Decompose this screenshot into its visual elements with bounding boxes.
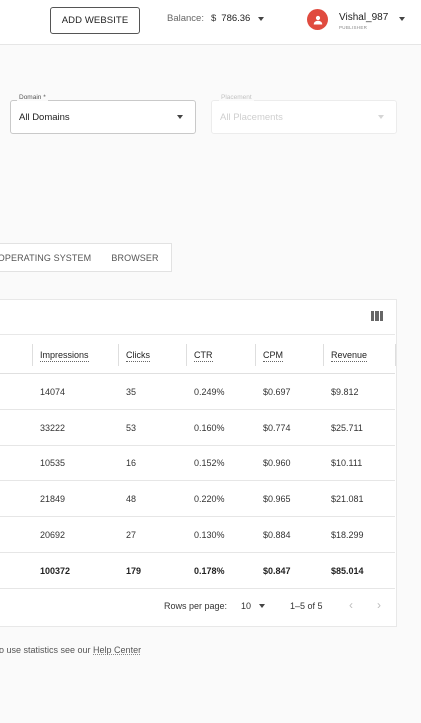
balance-label: Balance: — [167, 13, 204, 24]
help-text: o use statistics see our Help Center — [0, 645, 141, 655]
cell-revenue: $25.711 — [331, 423, 363, 433]
total-impressions: 100372 — [40, 566, 71, 576]
column-header-clicks[interactable]: Clicks — [126, 350, 150, 362]
column-header-revenue[interactable]: Revenue — [331, 350, 368, 362]
top-bar: ADD WEBSITE Balance: $ 786.36 Vishal_987… — [0, 0, 421, 45]
person-icon[interactable] — [307, 9, 328, 30]
caret-down-icon — [378, 115, 384, 119]
cell-revenue: $18.299 — [331, 530, 364, 540]
cell-revenue: $21.081 — [331, 494, 364, 504]
cell-cpm: $0.884 — [263, 530, 291, 540]
balance-value: 786.36 — [221, 13, 251, 24]
total-ctr: 0.178% — [194, 566, 225, 576]
cell-impressions: 33222 — [40, 423, 66, 433]
column-divider — [32, 344, 33, 366]
caret-down-icon — [259, 604, 266, 608]
chevron-right-icon[interactable]: › — [377, 598, 381, 612]
balance-dropdown[interactable]: Balance: $ 786.36 — [167, 13, 265, 24]
total-clicks: 179 — [126, 566, 142, 576]
chevron-left-icon[interactable]: ‹ — [349, 598, 353, 612]
total-revenue: $85.014 — [331, 566, 364, 576]
column-header-ctr[interactable]: CTR — [194, 350, 213, 362]
cell-clicks: 35 — [126, 387, 137, 397]
rows-per-page-label: Rows per page: — [164, 601, 228, 611]
user-name[interactable]: Vishal_987 — [339, 12, 388, 23]
cell-revenue: $9.812 — [331, 387, 359, 397]
help-text-body: o use statistics see our — [0, 645, 94, 655]
help-center-link[interactable]: Help Center — [93, 645, 141, 655]
domain-select-value: All Domains — [19, 112, 70, 123]
cell-clicks: 48 — [126, 494, 137, 504]
total-cpm: $0.847 — [263, 566, 291, 576]
cell-clicks: 53 — [126, 423, 137, 433]
pagination-range: 1–5 of 5 — [290, 601, 323, 611]
table-total-row: 100372 179 0.178% $0.847 $85.014 — [0, 553, 395, 589]
user-role: PUBLISHER — [339, 25, 368, 30]
column-header-cpm[interactable]: CPM — [263, 350, 283, 362]
cell-impressions: 20692 — [40, 530, 66, 540]
column-divider — [186, 344, 187, 366]
caret-down-icon — [177, 115, 183, 119]
cell-impressions: 14074 — [40, 387, 66, 397]
cell-ctr: 0.152% — [194, 458, 225, 468]
balance-currency: $ — [210, 13, 217, 24]
caret-down-icon — [258, 16, 265, 21]
cell-ctr: 0.130% — [194, 530, 225, 540]
table-row: 20692 27 0.130% $0.884 $18.299 — [0, 517, 395, 553]
cell-ctr: 0.160% — [194, 423, 225, 433]
view-column-icon[interactable] — [371, 311, 383, 321]
column-divider — [323, 344, 324, 366]
cell-cpm: $0.960 — [263, 458, 291, 468]
column-header-impressions[interactable]: Impressions — [40, 350, 89, 362]
domain-select[interactable]: All Domains — [10, 100, 196, 134]
placement-select-value: All Placements — [220, 112, 283, 123]
row-divider — [0, 588, 395, 589]
cell-cpm: $0.965 — [263, 494, 291, 504]
divider — [0, 334, 395, 335]
cell-clicks: 16 — [126, 458, 137, 468]
table-row: 33222 53 0.160% $0.774 $25.711 — [0, 410, 395, 446]
rows-per-page-value: 10 — [241, 601, 252, 611]
cell-cpm: $0.697 — [263, 387, 291, 397]
cell-clicks: 27 — [126, 530, 137, 540]
cell-revenue: $10.111 — [331, 458, 363, 468]
column-divider — [118, 344, 119, 366]
column-divider — [255, 344, 256, 366]
cell-impressions: 10535 — [40, 458, 66, 468]
tab-browser[interactable]: BROWSER — [99, 243, 172, 272]
table-row: 14074 35 0.249% $0.697 $9.812 — [0, 374, 395, 410]
user-menu-caret-icon[interactable] — [399, 17, 405, 21]
placement-select: All Placements — [211, 100, 397, 134]
cell-cpm: $0.774 — [263, 423, 291, 433]
table-row: 10535 16 0.152% $0.960 $10.111 — [0, 445, 395, 481]
tab-operating-system[interactable]: OPERATING SYSTEM — [0, 243, 101, 272]
cell-impressions: 21849 — [40, 494, 66, 504]
domain-select-label: Domain * — [17, 94, 48, 101]
column-divider — [395, 344, 396, 366]
cell-ctr: 0.249% — [194, 387, 225, 397]
add-website-button[interactable]: ADD WEBSITE — [50, 7, 140, 34]
rows-per-page-select[interactable]: 10 — [241, 601, 266, 611]
cell-ctr: 0.220% — [194, 494, 225, 504]
placement-select-label: Placement — [219, 94, 254, 101]
table-row: 21849 48 0.220% $0.965 $21.081 — [0, 481, 395, 517]
